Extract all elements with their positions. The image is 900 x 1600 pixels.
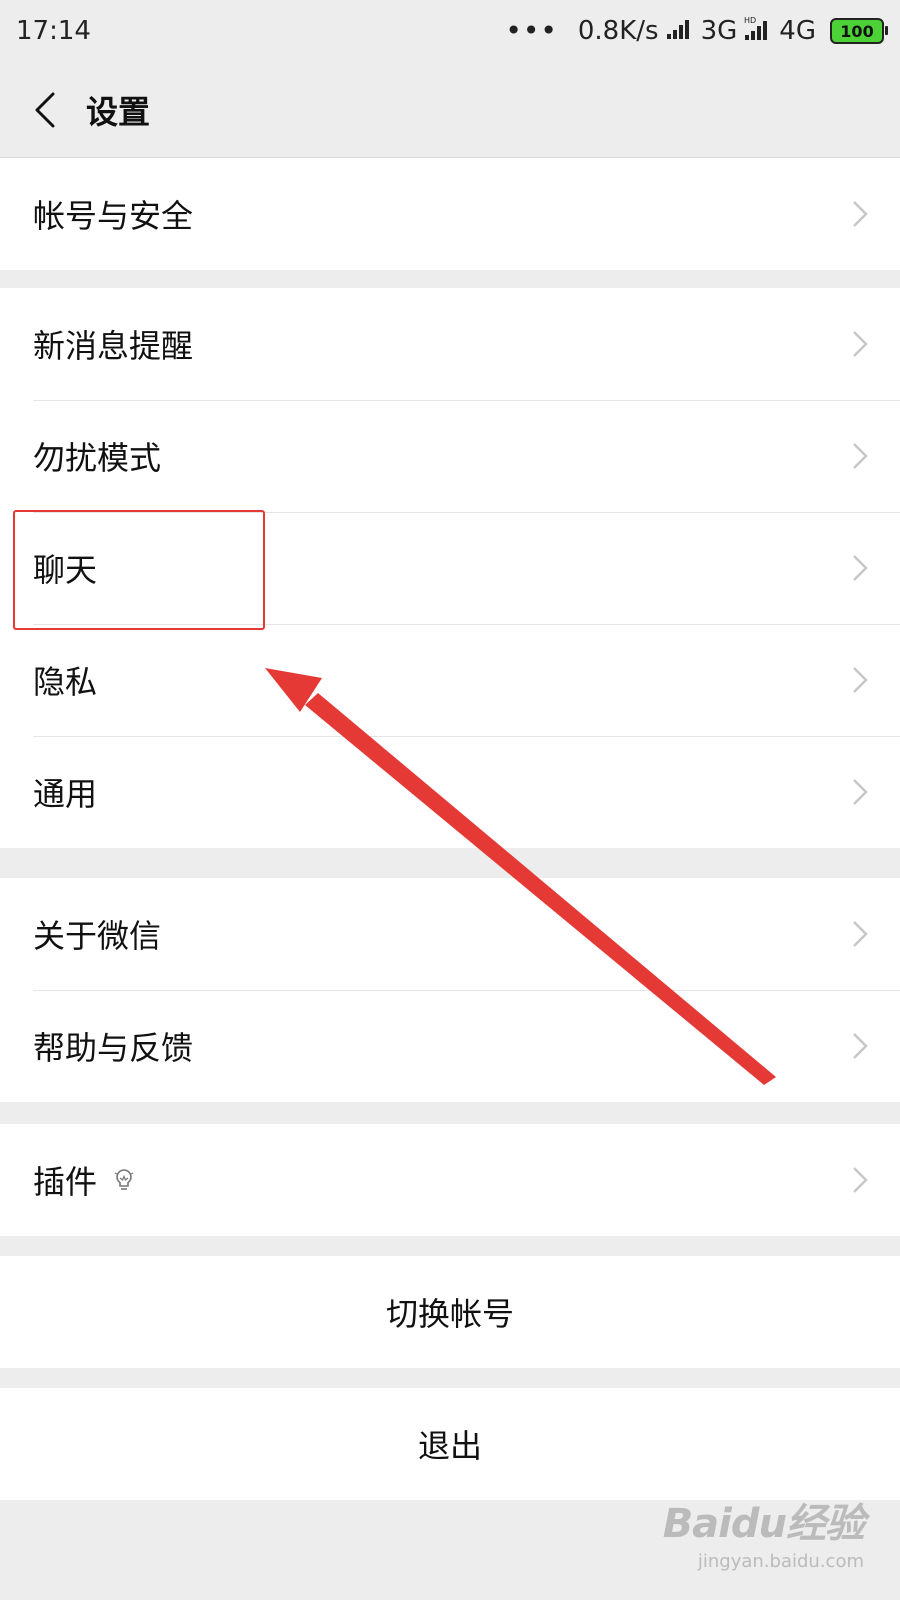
watermark-logo: Baidu经验 [662, 1501, 865, 1547]
annotation-arrow-icon [265, 668, 776, 1085]
baidu-watermark: Baidu经验 jingyan.baidu.com [662, 1491, 865, 1572]
watermark-url: jingyan.baidu.com [697, 1551, 864, 1572]
